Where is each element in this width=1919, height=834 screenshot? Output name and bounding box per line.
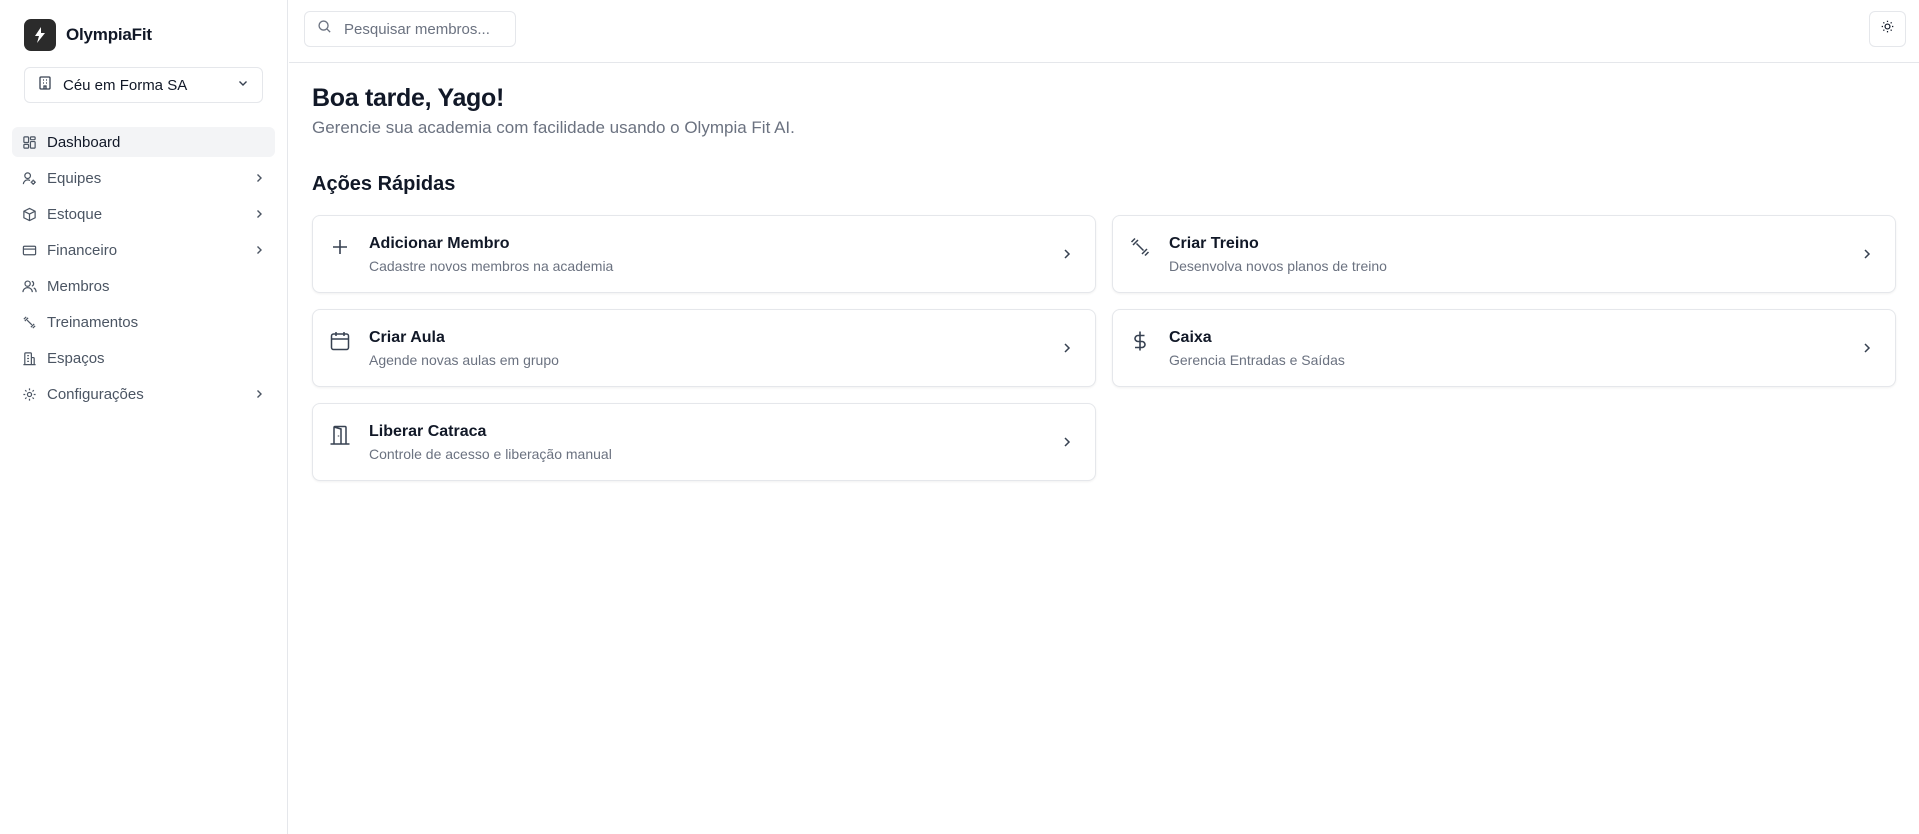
sidebar-item-label: Membros (47, 277, 110, 295)
action-card-description: Agende novas aulas em grupo (369, 352, 559, 368)
sidebar-item-configuracoes[interactable]: Configurações (12, 379, 275, 409)
action-card-title: Adicionar Membro (369, 235, 510, 252)
user-cog-icon (21, 170, 37, 186)
action-card-create-workout[interactable]: Criar Treino Desenvolva novos planos de … (1112, 215, 1896, 293)
chevron-down-icon (236, 76, 250, 95)
page-subtitle: Gerencie sua academia com facilidade usa… (312, 118, 795, 137)
action-card-description: Desenvolva novos planos de treino (1169, 258, 1387, 274)
sidebar-item-espacos[interactable]: Espaços (12, 343, 275, 373)
building-icon (21, 350, 37, 366)
sidebar-item-label: Treinamentos (47, 313, 139, 331)
action-card-cash-register[interactable]: Caixa Gerencia Entradas e Saídas (1112, 309, 1896, 387)
chevron-right-icon (251, 386, 267, 402)
action-card-release-turnstile[interactable]: Liberar Catraca Controle de acesso e lib… (312, 403, 1096, 481)
chevron-right-icon (1059, 246, 1075, 262)
brand-logo-icon (24, 19, 56, 51)
sidebar-item-label: Espaços (47, 349, 105, 367)
sidebar-nav: Dashboard Equipes Estoque Financeiro Mem… (12, 127, 275, 415)
sidebar-item-membros[interactable]: Membros (12, 271, 275, 301)
chevron-right-icon (251, 242, 267, 258)
org-selector[interactable]: Céu em Forma SA (24, 67, 263, 103)
sidebar-item-treinamentos[interactable]: Treinamentos (12, 307, 275, 337)
layout-grid-icon (21, 134, 37, 150)
action-card-title: Caixa (1169, 329, 1212, 346)
quick-actions-title: Ações Rápidas (312, 173, 456, 195)
building-icon (37, 75, 53, 96)
users-icon (21, 278, 37, 294)
plus-icon (329, 236, 351, 258)
search-input[interactable] (344, 20, 494, 38)
org-selector-value: Céu em Forma SA (63, 76, 188, 94)
top-header (289, 0, 1919, 63)
sidebar-item-label: Equipes (47, 169, 102, 187)
calendar-icon (329, 330, 351, 352)
package-icon (21, 206, 37, 222)
search-icon (317, 19, 332, 39)
sidebar-item-dashboard[interactable]: Dashboard (12, 127, 275, 157)
brand[interactable]: OlympiaFit (24, 19, 152, 51)
chevron-right-icon (1059, 340, 1075, 356)
chevron-right-icon (1859, 246, 1875, 262)
chevron-right-icon (251, 170, 267, 186)
sidebar-item-label: Dashboard (47, 133, 121, 151)
sidebar-item-financeiro[interactable]: Financeiro (12, 235, 275, 265)
chevron-right-icon (251, 206, 267, 222)
sidebar-item-estoque[interactable]: Estoque (12, 199, 275, 229)
action-card-add-member[interactable]: Adicionar Membro Cadastre novos membros … (312, 215, 1096, 293)
action-card-title: Liberar Catraca (369, 423, 487, 440)
credit-card-icon (21, 242, 37, 258)
sidebar-item-label: Estoque (47, 205, 103, 223)
search-box[interactable] (304, 11, 516, 47)
chevron-right-icon (1059, 434, 1075, 450)
sidebar-item-label: Financeiro (47, 241, 118, 259)
theme-toggle-button[interactable] (1869, 11, 1906, 47)
action-card-description: Gerencia Entradas e Saídas (1169, 352, 1345, 368)
action-card-title: Criar Treino (1169, 235, 1259, 252)
action-card-title: Criar Aula (369, 329, 445, 346)
brand-name: OlympiaFit (66, 25, 152, 44)
door-open-icon (329, 424, 351, 446)
gear-icon (21, 386, 37, 402)
sidebar-item-label: Configurações (47, 385, 144, 403)
dollar-icon (1129, 330, 1151, 352)
dumbbell-icon (21, 314, 37, 330)
sidebar: OlympiaFit Céu em Forma SA Dashboard Equ… (0, 0, 288, 834)
action-card-create-class[interactable]: Criar Aula Agende novas aulas em grupo (312, 309, 1096, 387)
action-card-description: Controle de acesso e liberação manual (369, 446, 612, 462)
dumbbell-icon (1129, 236, 1151, 258)
page-title: Boa tarde, Yago! (312, 84, 505, 112)
sidebar-item-equipes[interactable]: Equipes (12, 163, 275, 193)
action-card-description: Cadastre novos membros na academia (369, 258, 614, 274)
chevron-right-icon (1859, 340, 1875, 356)
sun-icon (1880, 19, 1895, 39)
